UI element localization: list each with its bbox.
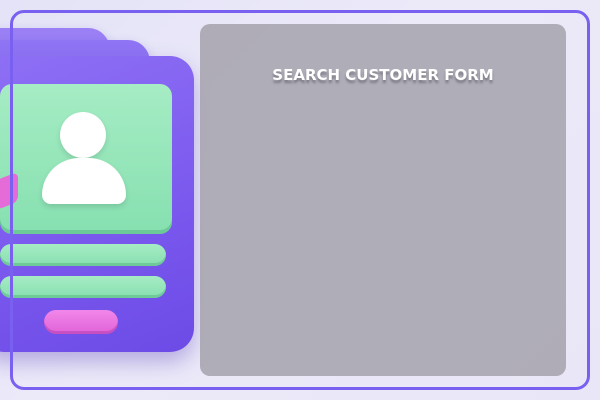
user-avatar-icon (60, 112, 106, 158)
customer-profile-card-icon (0, 0, 210, 400)
info-line-bar (0, 244, 166, 266)
card-action-pill (44, 310, 118, 334)
search-customer-form-panel: SEARCH CUSTOMER FORM (200, 24, 566, 376)
form-title: SEARCH CUSTOMER FORM (272, 66, 494, 84)
info-line-bar (0, 276, 166, 298)
